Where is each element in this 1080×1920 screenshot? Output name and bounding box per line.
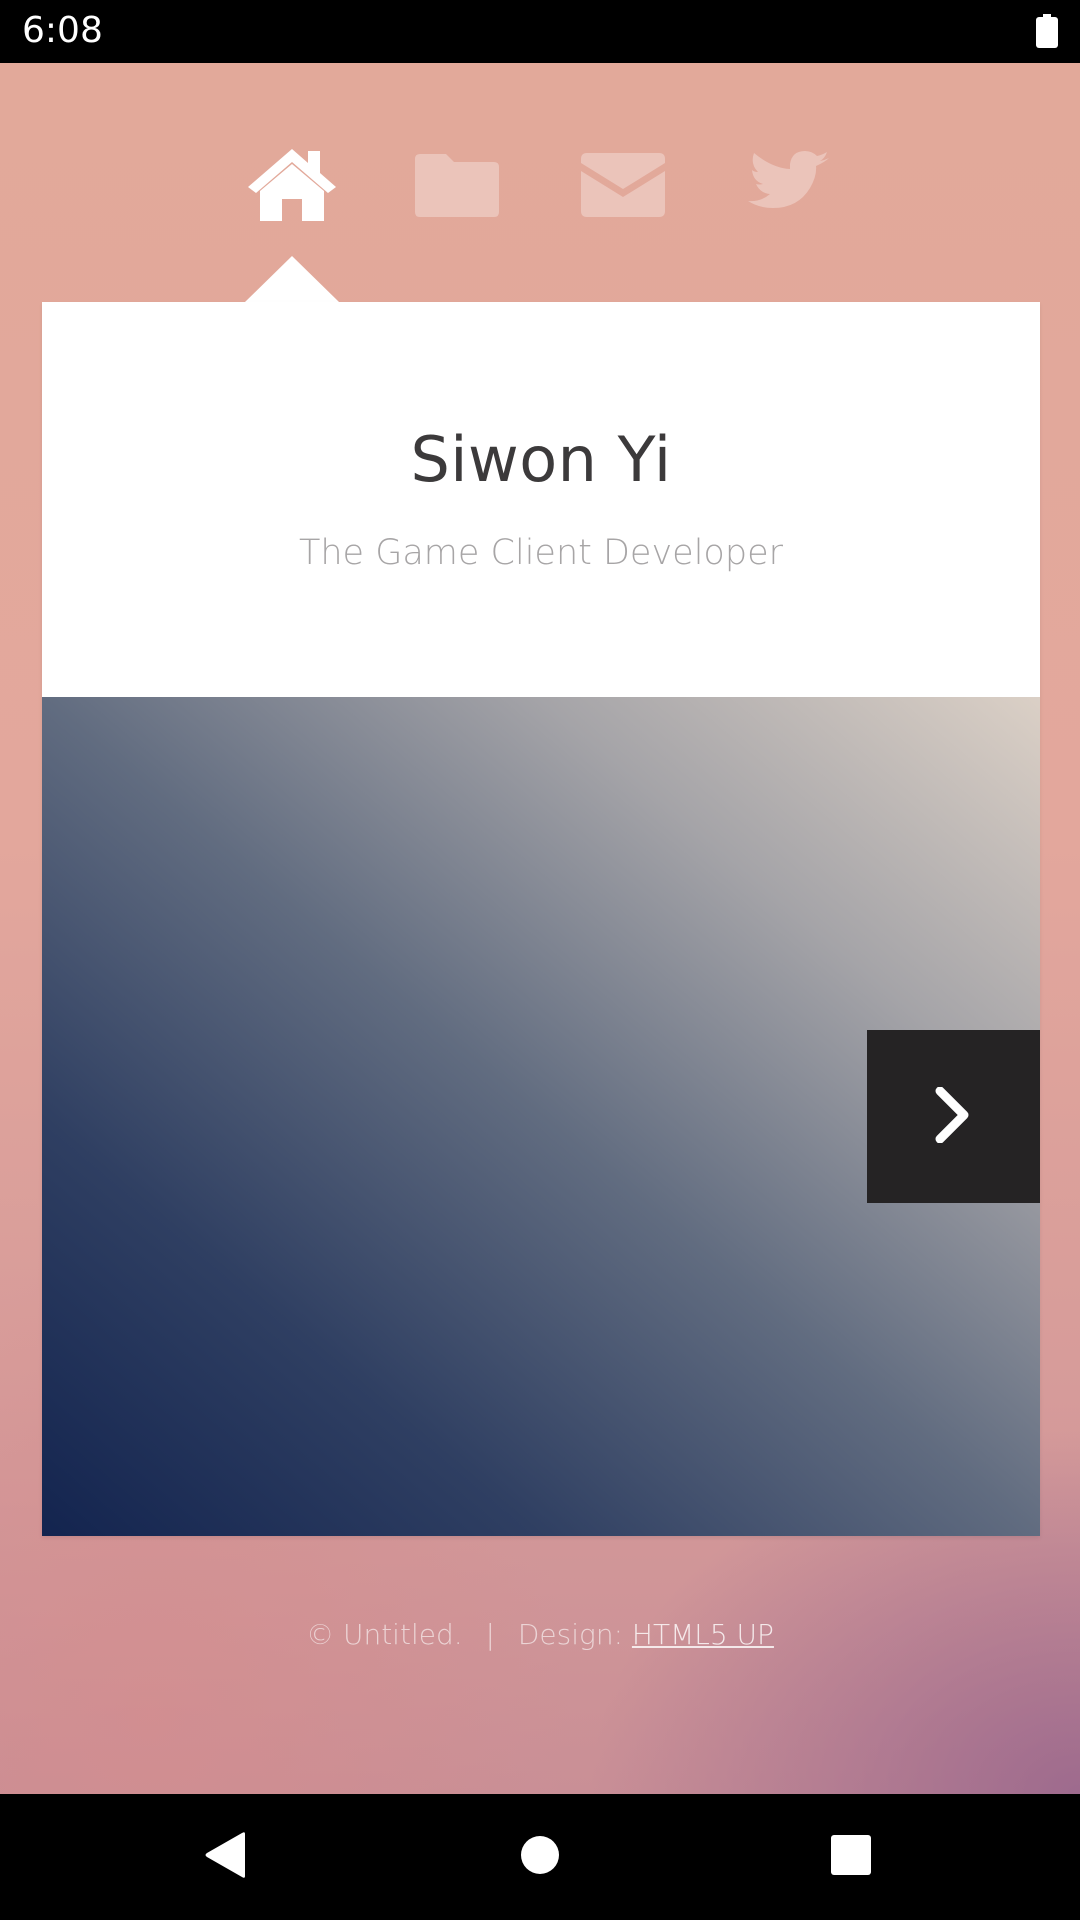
home-icon [244,145,340,225]
system-recents-button[interactable] [818,1824,884,1890]
page-title: Siwon Yi [410,423,672,496]
nav-item-home[interactable] [242,135,342,235]
envelope-icon [580,152,666,218]
home-circle-icon [520,1835,560,1879]
screen: 6:08 Siwon Yi The Game Client Developer … [0,0,1080,1920]
nav-item-twitter[interactable] [738,135,838,235]
next-button[interactable] [867,1030,1040,1203]
system-home-button[interactable] [507,1824,573,1890]
nav-item-mail[interactable] [573,135,673,235]
status-bar: 6:08 [0,0,1080,63]
twitter-bird-icon [746,150,830,220]
recents-square-icon [830,1834,872,1880]
nav-item-folder[interactable] [407,135,507,235]
system-back-button[interactable] [192,1824,258,1890]
battery-full-icon [1036,14,1058,48]
folder-icon [414,152,500,218]
design-credit-link[interactable]: HTML5 UP [632,1618,774,1651]
footer-separator: | [485,1618,495,1651]
profile-card: Siwon Yi The Game Client Developer [42,302,1040,1536]
footer: © Untitled. | Design: HTML5 UP [0,1615,1080,1655]
top-nav [0,63,1080,263]
footer-copyright: © Untitled. [306,1618,463,1651]
page-subtitle: The Game Client Developer [298,533,783,573]
status-time: 6:08 [22,10,103,51]
system-nav-bar [0,1794,1080,1920]
chevron-right-icon [934,1086,974,1147]
active-nav-pointer [245,256,339,302]
back-triangle-icon [203,1831,247,1883]
card-header: Siwon Yi The Game Client Developer [42,302,1040,697]
footer-design-label: Design: [517,1618,624,1651]
